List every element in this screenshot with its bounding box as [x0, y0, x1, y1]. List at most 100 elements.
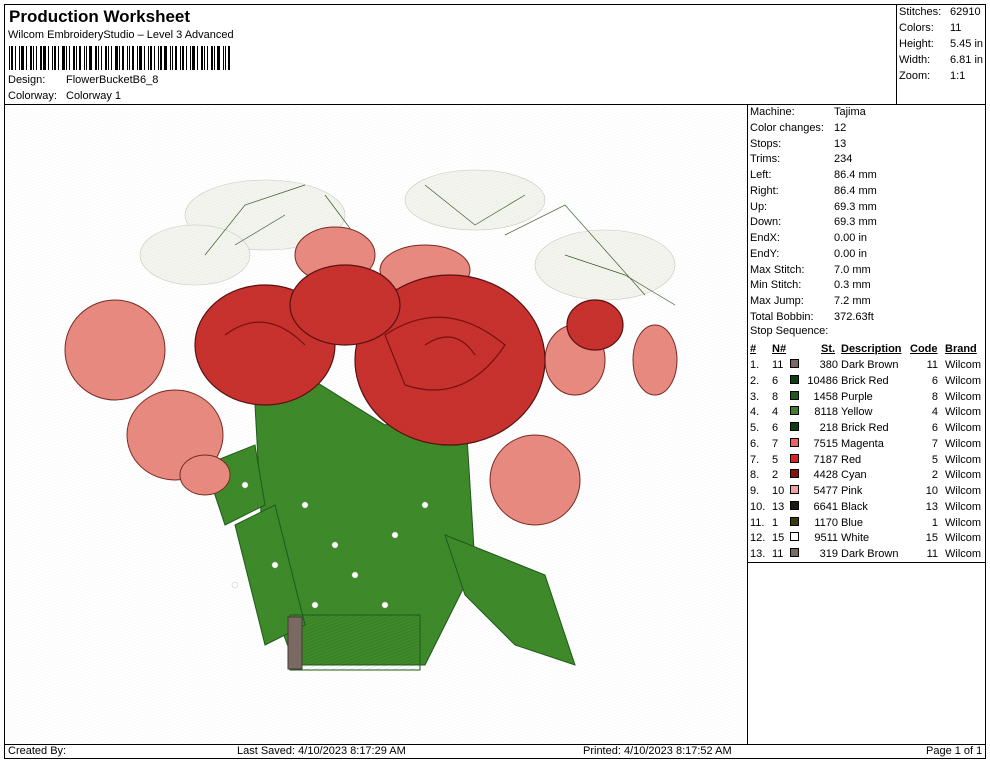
machine-info-label: EndX: — [750, 232, 780, 244]
worksheet-title: Production Worksheet — [9, 7, 191, 26]
barcode-bar — [58, 46, 59, 70]
stop-code: 1 — [931, 516, 938, 529]
stop-num: 1. — [750, 359, 760, 371]
stop-stitches: 4428 — [813, 469, 838, 482]
machine-info-value: 13 — [834, 137, 847, 150]
barcode-bar — [180, 46, 181, 70]
barcode-bar — [122, 46, 124, 70]
stop-sequence-row: 9. 10 5477 Pink 10 Wilcom — [748, 485, 984, 501]
barcode-bar — [182, 46, 184, 70]
stop-num: 2. — [750, 374, 760, 387]
stop-needle: 6 — [772, 422, 779, 434]
barcode-bar — [69, 46, 70, 70]
worksheet-footer: Created By: Last Saved: 4/10/2023 8:17:2… — [4, 744, 986, 759]
thread-color-swatch — [790, 548, 799, 557]
stop-description: Magenta — [841, 437, 884, 450]
software-name: Wilcom EmbroideryStudio – Level 3 Advanc… — [8, 29, 234, 41]
machine-info-label: Total Bobbin: — [750, 310, 814, 323]
stop-description: Brick Red — [841, 374, 889, 387]
stop-brand: Wilcom — [945, 485, 982, 497]
machine-info-row: Stops: 13 — [750, 138, 980, 154]
thread-color-swatch — [790, 359, 799, 368]
created-by: Created By: — [8, 745, 67, 757]
design-value: FlowerBucketB6_8 — [66, 74, 159, 86]
stop-sequence-row: 2. 6 10486 Brick Red 6 Wilcom — [748, 374, 984, 391]
stop-code: 10 — [925, 485, 938, 497]
stop-sequence-row: 3. 8 1458 Purple 8 Wilcom — [748, 390, 984, 407]
design-summary: Stitches: 62910 Colors: 11 Height: 5.45 in … — [896, 4, 986, 105]
embroidery-preview-image — [5, 105, 747, 744]
stop-sequence-row: 7. 5 7187 Red 5 Wilcom — [748, 453, 984, 470]
col-brand: Brand — [945, 343, 977, 355]
stop-code: 6 — [931, 374, 938, 387]
machine-info-label: Max Jump: — [750, 295, 804, 307]
machine-info-value: 0.3 mm — [834, 279, 871, 292]
stop-description: White — [841, 532, 870, 545]
barcode-bar — [101, 46, 102, 70]
barcode-bar — [214, 46, 215, 70]
machine-info-label: Trims: — [750, 153, 781, 166]
stop-brand: Wilcom — [945, 453, 982, 466]
barcode-bar — [148, 46, 149, 70]
stop-num: 13. — [750, 548, 766, 560]
stop-brand: Wilcom — [945, 374, 982, 387]
machine-info-value: 372.63ft — [834, 310, 874, 323]
thread-color-swatch — [790, 516, 799, 526]
stop-brand: Wilcom — [945, 406, 982, 419]
barcode-bar — [197, 46, 198, 70]
barcode-bar — [164, 46, 167, 70]
machine-info-label: Left: — [750, 169, 772, 181]
stop-stitches: 5477 — [813, 485, 838, 497]
stop-num: 5. — [750, 422, 760, 434]
summary-stitches: Stitches: 62910 — [899, 6, 981, 18]
stop-table-header: # N# St. Description Code Brand — [748, 343, 985, 359]
machine-info-label: Color changes: — [750, 121, 824, 134]
stop-sequence-row: 10. 13 6641 Black 13 Wilcom — [748, 500, 984, 517]
stop-description: Dark Brown — [841, 548, 899, 560]
thread-color-swatch — [790, 374, 799, 384]
machine-info-value: 86.4 mm — [834, 169, 877, 181]
stop-description: Blue — [841, 516, 864, 529]
barcode-bar — [119, 46, 120, 70]
stop-num: 6. — [750, 437, 760, 450]
stop-needle: 6 — [772, 374, 779, 387]
printed-date: Printed: 4/10/2023 8:17:52 AM — [583, 745, 732, 757]
stop-needle: 5 — [772, 453, 779, 466]
thread-color-swatch — [790, 453, 799, 463]
stop-stitches: 7515 — [813, 437, 838, 450]
barcode-bar — [36, 46, 37, 70]
stop-num: 7. — [750, 453, 760, 466]
barcode-bar — [207, 46, 208, 70]
col-code: Code — [910, 343, 938, 355]
machine-info-value: 7.2 mm — [834, 295, 871, 307]
barcode-bar — [62, 46, 65, 70]
barcode-bar — [52, 46, 53, 70]
col-needle: N# — [772, 343, 787, 355]
barcode-bar — [201, 46, 203, 70]
machine-info-row: Down: 69.3 mm — [750, 216, 980, 232]
machine-info-row: EndX: 0.00 in — [750, 232, 980, 248]
stop-description: Dark Brown — [841, 359, 899, 371]
stop-num: 10. — [750, 500, 766, 513]
machine-info-value: 0.00 in — [834, 247, 868, 260]
design-preview — [4, 104, 748, 745]
machine-info-row: EndY: 0.00 in — [750, 248, 980, 264]
stop-stitches: 380 — [819, 359, 838, 371]
barcode-bar — [228, 46, 230, 70]
stop-sequence-row: 11. 1 1170 Blue 1 Wilcom — [748, 516, 984, 533]
stop-num: 9. — [750, 485, 760, 497]
stop-needle: 4 — [772, 406, 779, 419]
machine-info-value: 69.3 mm — [834, 216, 877, 229]
stop-description: Cyan — [841, 469, 867, 482]
stop-needle: 13 — [772, 500, 785, 513]
barcode-bar — [154, 46, 155, 70]
stop-needle: 8 — [772, 390, 779, 403]
barcode-bar — [186, 46, 187, 70]
stop-stitches: 319 — [819, 548, 838, 560]
stop-brand: Wilcom — [945, 548, 982, 560]
stop-description: Red — [841, 453, 862, 466]
machine-info-label: Right: — [750, 184, 779, 197]
barcode-bar — [76, 46, 77, 70]
stop-code: 5 — [931, 453, 938, 466]
machine-info-row: Color changes: 12 — [750, 122, 980, 138]
